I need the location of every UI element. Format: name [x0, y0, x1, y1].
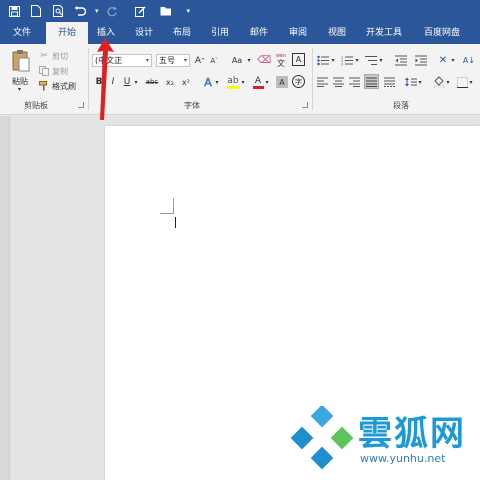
edit-icon[interactable]: [131, 1, 151, 21]
phonetic-guide-button[interactable]: wén 文: [274, 52, 288, 68]
save-icon[interactable]: [4, 1, 24, 21]
clipboard-dialog-launcher[interactable]: [78, 102, 84, 108]
character-shading-button[interactable]: A: [276, 76, 288, 88]
chevron-down-icon[interactable]: ▾: [354, 56, 360, 65]
chevron-down-icon[interactable]: ▾: [133, 78, 139, 87]
sort-icon[interactable]: A↓: [462, 53, 476, 67]
line-spacing-icon[interactable]: [404, 76, 417, 88]
enclose-character-button[interactable]: 字: [292, 75, 305, 88]
align-left-icon[interactable]: [316, 76, 329, 88]
undo-dropdown-icon[interactable]: ▾: [95, 7, 99, 15]
margin-corner-mark: [160, 213, 174, 214]
borders-icon[interactable]: [456, 76, 468, 88]
chevron-down-icon[interactable]: ▾: [264, 78, 270, 87]
decrease-indent-icon[interactable]: [394, 54, 408, 67]
font-size-value: 五号: [159, 56, 175, 65]
tab-home[interactable]: 开始: [46, 22, 88, 44]
font-group-label: 字体: [184, 101, 200, 110]
numbering-icon[interactable]: 123: [340, 54, 354, 67]
navigation-strip: [0, 116, 10, 480]
chevron-down-icon[interactable]: ▾: [468, 78, 474, 87]
chevron-down-icon[interactable]: ▾: [445, 78, 451, 87]
strikethrough-button[interactable]: abc: [144, 76, 160, 88]
highlight-color-button[interactable]: ab: [226, 74, 240, 90]
paste-icon[interactable]: [10, 48, 32, 74]
align-right-icon[interactable]: [348, 76, 361, 88]
paragraph-group-label: 段落: [393, 101, 409, 110]
font-dialog-launcher[interactable]: [302, 102, 308, 108]
tab-review[interactable]: 审阅: [284, 22, 312, 44]
group-divider: [88, 48, 89, 110]
font-color-button[interactable]: A: [252, 74, 264, 90]
tab-baidu-netdisk[interactable]: 百度网盘: [416, 22, 468, 44]
increase-indent-icon[interactable]: [414, 54, 428, 67]
multilevel-list-icon[interactable]: [364, 54, 378, 67]
chevron-down-icon[interactable]: ▾: [240, 78, 246, 87]
watermark-brand: 雲狐网: [358, 414, 466, 454]
scissors-icon[interactable]: ✂: [38, 50, 50, 61]
chevron-down-icon[interactable]: ▾: [417, 78, 423, 87]
redo-icon[interactable]: [103, 1, 123, 21]
paste-dropdown-icon[interactable]: ▾: [18, 86, 21, 93]
tab-mailings[interactable]: 邮件: [245, 22, 273, 44]
chevron-down-icon: ▾: [145, 57, 149, 64]
open-folder-icon[interactable]: [157, 1, 177, 21]
ribbon-tab-bar: 文件 开始 插入 设计 布局 引用 邮件 审阅 视图 开发工具 百度网盘: [0, 22, 480, 44]
margin-corner-mark: [173, 198, 174, 213]
superscript-button[interactable]: x²: [180, 76, 192, 88]
underline-button[interactable]: U: [122, 76, 132, 88]
clear-formatting-icon[interactable]: ⌫: [257, 54, 271, 67]
ribbon-home: 粘贴 ▾ ✂ 剪切 复制 格式刷 剪贴板 (中文正 ▾ 五号 ▾ A ^ Aˇ Aa …: [0, 44, 480, 115]
tab-view[interactable]: 视图: [323, 22, 351, 44]
shading-icon[interactable]: [432, 75, 445, 88]
format-painter-icon[interactable]: [38, 80, 50, 91]
chevron-down-icon[interactable]: ▾: [214, 78, 220, 87]
text-cursor: [175, 217, 176, 228]
tab-file[interactable]: 文件: [6, 22, 38, 44]
quick-access-toolbar: ▾ ▾: [0, 0, 480, 22]
bullets-icon[interactable]: [316, 54, 330, 67]
undo-icon[interactable]: [70, 1, 90, 21]
text-effect-button[interactable]: A: [202, 75, 214, 89]
change-case-button[interactable]: Aa: [228, 54, 246, 67]
character-border-button[interactable]: A: [292, 53, 305, 66]
grow-font-button[interactable]: A ^: [194, 54, 206, 67]
format-painter-label[interactable]: 格式刷: [52, 81, 76, 92]
copy-icon[interactable]: [38, 65, 50, 76]
print-preview-icon[interactable]: [48, 1, 68, 21]
cut-label[interactable]: 剪切: [52, 51, 68, 62]
chevron-down-icon[interactable]: ▾: [450, 56, 456, 65]
chevron-down-icon[interactable]: ▾: [330, 56, 336, 65]
new-document-icon[interactable]: [26, 1, 46, 21]
chevron-down-icon[interactable]: ▾: [378, 56, 384, 65]
distributed-icon[interactable]: [383, 76, 396, 88]
customize-icon[interactable]: ▾: [187, 7, 191, 15]
subscript-button[interactable]: x₂: [164, 76, 176, 88]
group-divider: [312, 48, 313, 110]
tab-references[interactable]: 引用: [206, 22, 234, 44]
chevron-down-icon: ▾: [183, 57, 187, 64]
justify-icon[interactable]: [364, 74, 379, 89]
align-center-icon[interactable]: [332, 76, 345, 88]
red-arrow-annotation: [97, 38, 114, 120]
shrink-font-button[interactable]: Aˇ: [208, 55, 220, 67]
svg-text:3: 3: [341, 63, 343, 67]
tab-layout[interactable]: 布局: [168, 22, 196, 44]
chevron-down-icon[interactable]: ▾: [246, 56, 252, 65]
yunhu-logo-icon: [290, 406, 354, 470]
tab-design[interactable]: 设计: [130, 22, 158, 44]
copy-label[interactable]: 复制: [52, 66, 68, 77]
watermark-url: www.yunhu.net: [360, 452, 446, 465]
clipboard-group-label: 剪贴板: [24, 101, 48, 110]
tab-developer[interactable]: 开发工具: [360, 22, 408, 44]
chinese-layout-icon[interactable]: ✕: [436, 54, 450, 67]
font-size-combo[interactable]: 五号 ▾: [156, 54, 190, 67]
